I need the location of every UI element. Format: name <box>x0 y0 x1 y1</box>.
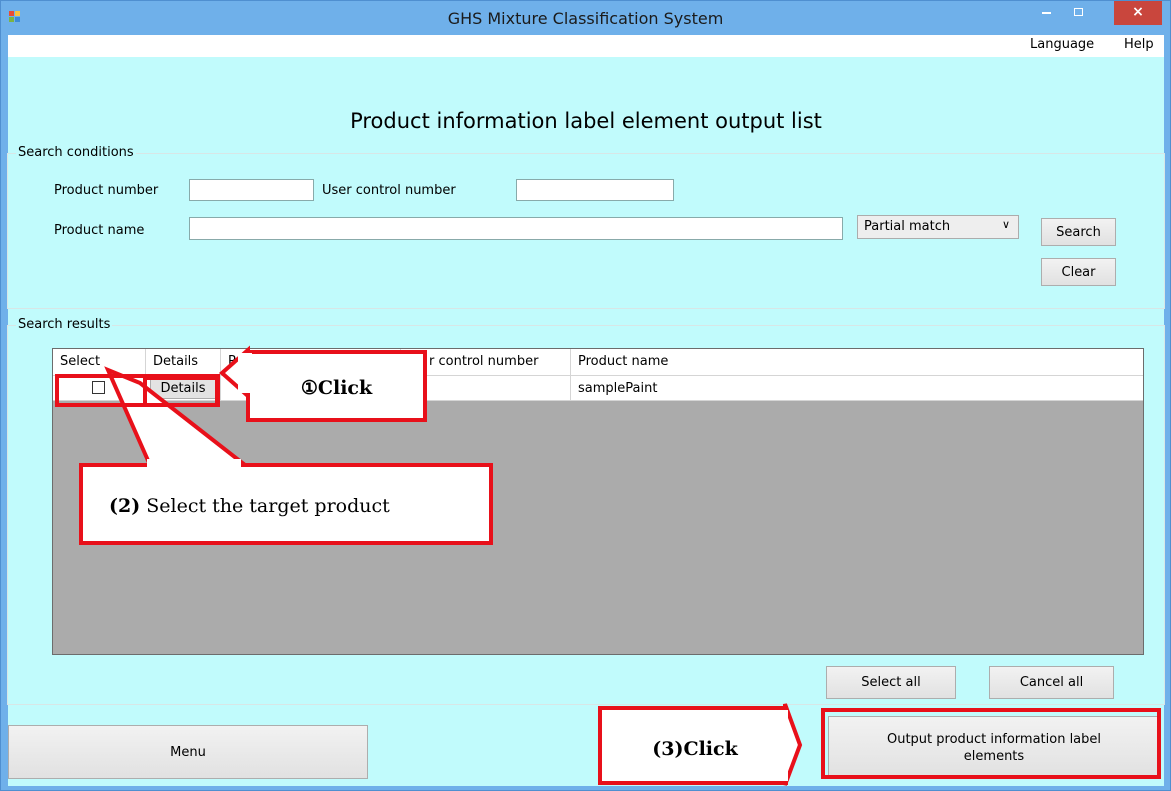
product-name-field[interactable] <box>189 217 843 240</box>
callout-2-joint-mask <box>147 459 241 473</box>
callout-1-box: ①Click <box>246 350 427 422</box>
callout-3-text: (3)Click <box>652 738 738 760</box>
grid-header: Select Details P r control number Produc… <box>53 349 1143 376</box>
search-results-label: Search results <box>16 317 113 332</box>
callout-2-box: (2) Select the target product <box>79 463 493 545</box>
callout-3-box: (3)Click <box>598 706 788 785</box>
minimize-button[interactable] <box>1032 1 1060 25</box>
column-header-details[interactable]: Details <box>146 349 221 375</box>
product-name-label: Product name <box>54 223 145 238</box>
minimize-icon <box>1041 12 1051 14</box>
product-number-field[interactable] <box>189 179 314 201</box>
callout-1-joint-mask <box>238 353 252 393</box>
menu-button[interactable]: Menu <box>8 725 368 779</box>
search-button[interactable]: Search <box>1041 218 1116 246</box>
product-number-label: Product number <box>54 183 159 198</box>
user-control-number-label: User control number <box>322 183 456 198</box>
highlight-output-button <box>821 708 1161 779</box>
cancel-all-button[interactable]: Cancel all <box>989 666 1114 699</box>
menu-help[interactable]: Help <box>1124 37 1154 52</box>
search-conditions-label: Search conditions <box>16 145 136 160</box>
maximize-icon <box>1073 8 1083 16</box>
user-control-number-field[interactable] <box>516 179 674 201</box>
client-area: Product information label element output… <box>7 57 1165 786</box>
menu-bar: Language Help <box>8 35 1164 57</box>
highlight-details-button <box>143 376 219 407</box>
match-mode-select[interactable]: Partial match ∨ <box>857 215 1019 239</box>
close-icon: × <box>1132 4 1144 20</box>
window-title: GHS Mixture Classification System <box>447 9 724 28</box>
menu-language[interactable]: Language <box>1030 37 1094 52</box>
select-all-button[interactable]: Select all <box>826 666 956 699</box>
close-button[interactable]: × <box>1114 1 1162 25</box>
callout-2-label: Select the target product <box>140 495 390 517</box>
match-mode-value: Partial match <box>864 219 951 234</box>
maximize-button[interactable] <box>1064 1 1092 25</box>
chevron-down-icon: ∨ <box>1001 218 1010 231</box>
column-header-select[interactable]: Select <box>53 349 146 375</box>
clear-button[interactable]: Clear <box>1041 258 1116 286</box>
title-bar[interactable]: GHS Mixture Classification System × <box>1 1 1170 35</box>
callout-2-number: (2) <box>109 495 141 517</box>
page-title: Product information label element output… <box>350 109 822 133</box>
callout-1-text: ①Click <box>300 377 373 399</box>
callout-2-text: (2) Select the target product <box>109 495 390 517</box>
product-name-cell: samplePaint <box>571 376 1143 401</box>
column-header-product-name[interactable]: Product name <box>571 349 1143 375</box>
